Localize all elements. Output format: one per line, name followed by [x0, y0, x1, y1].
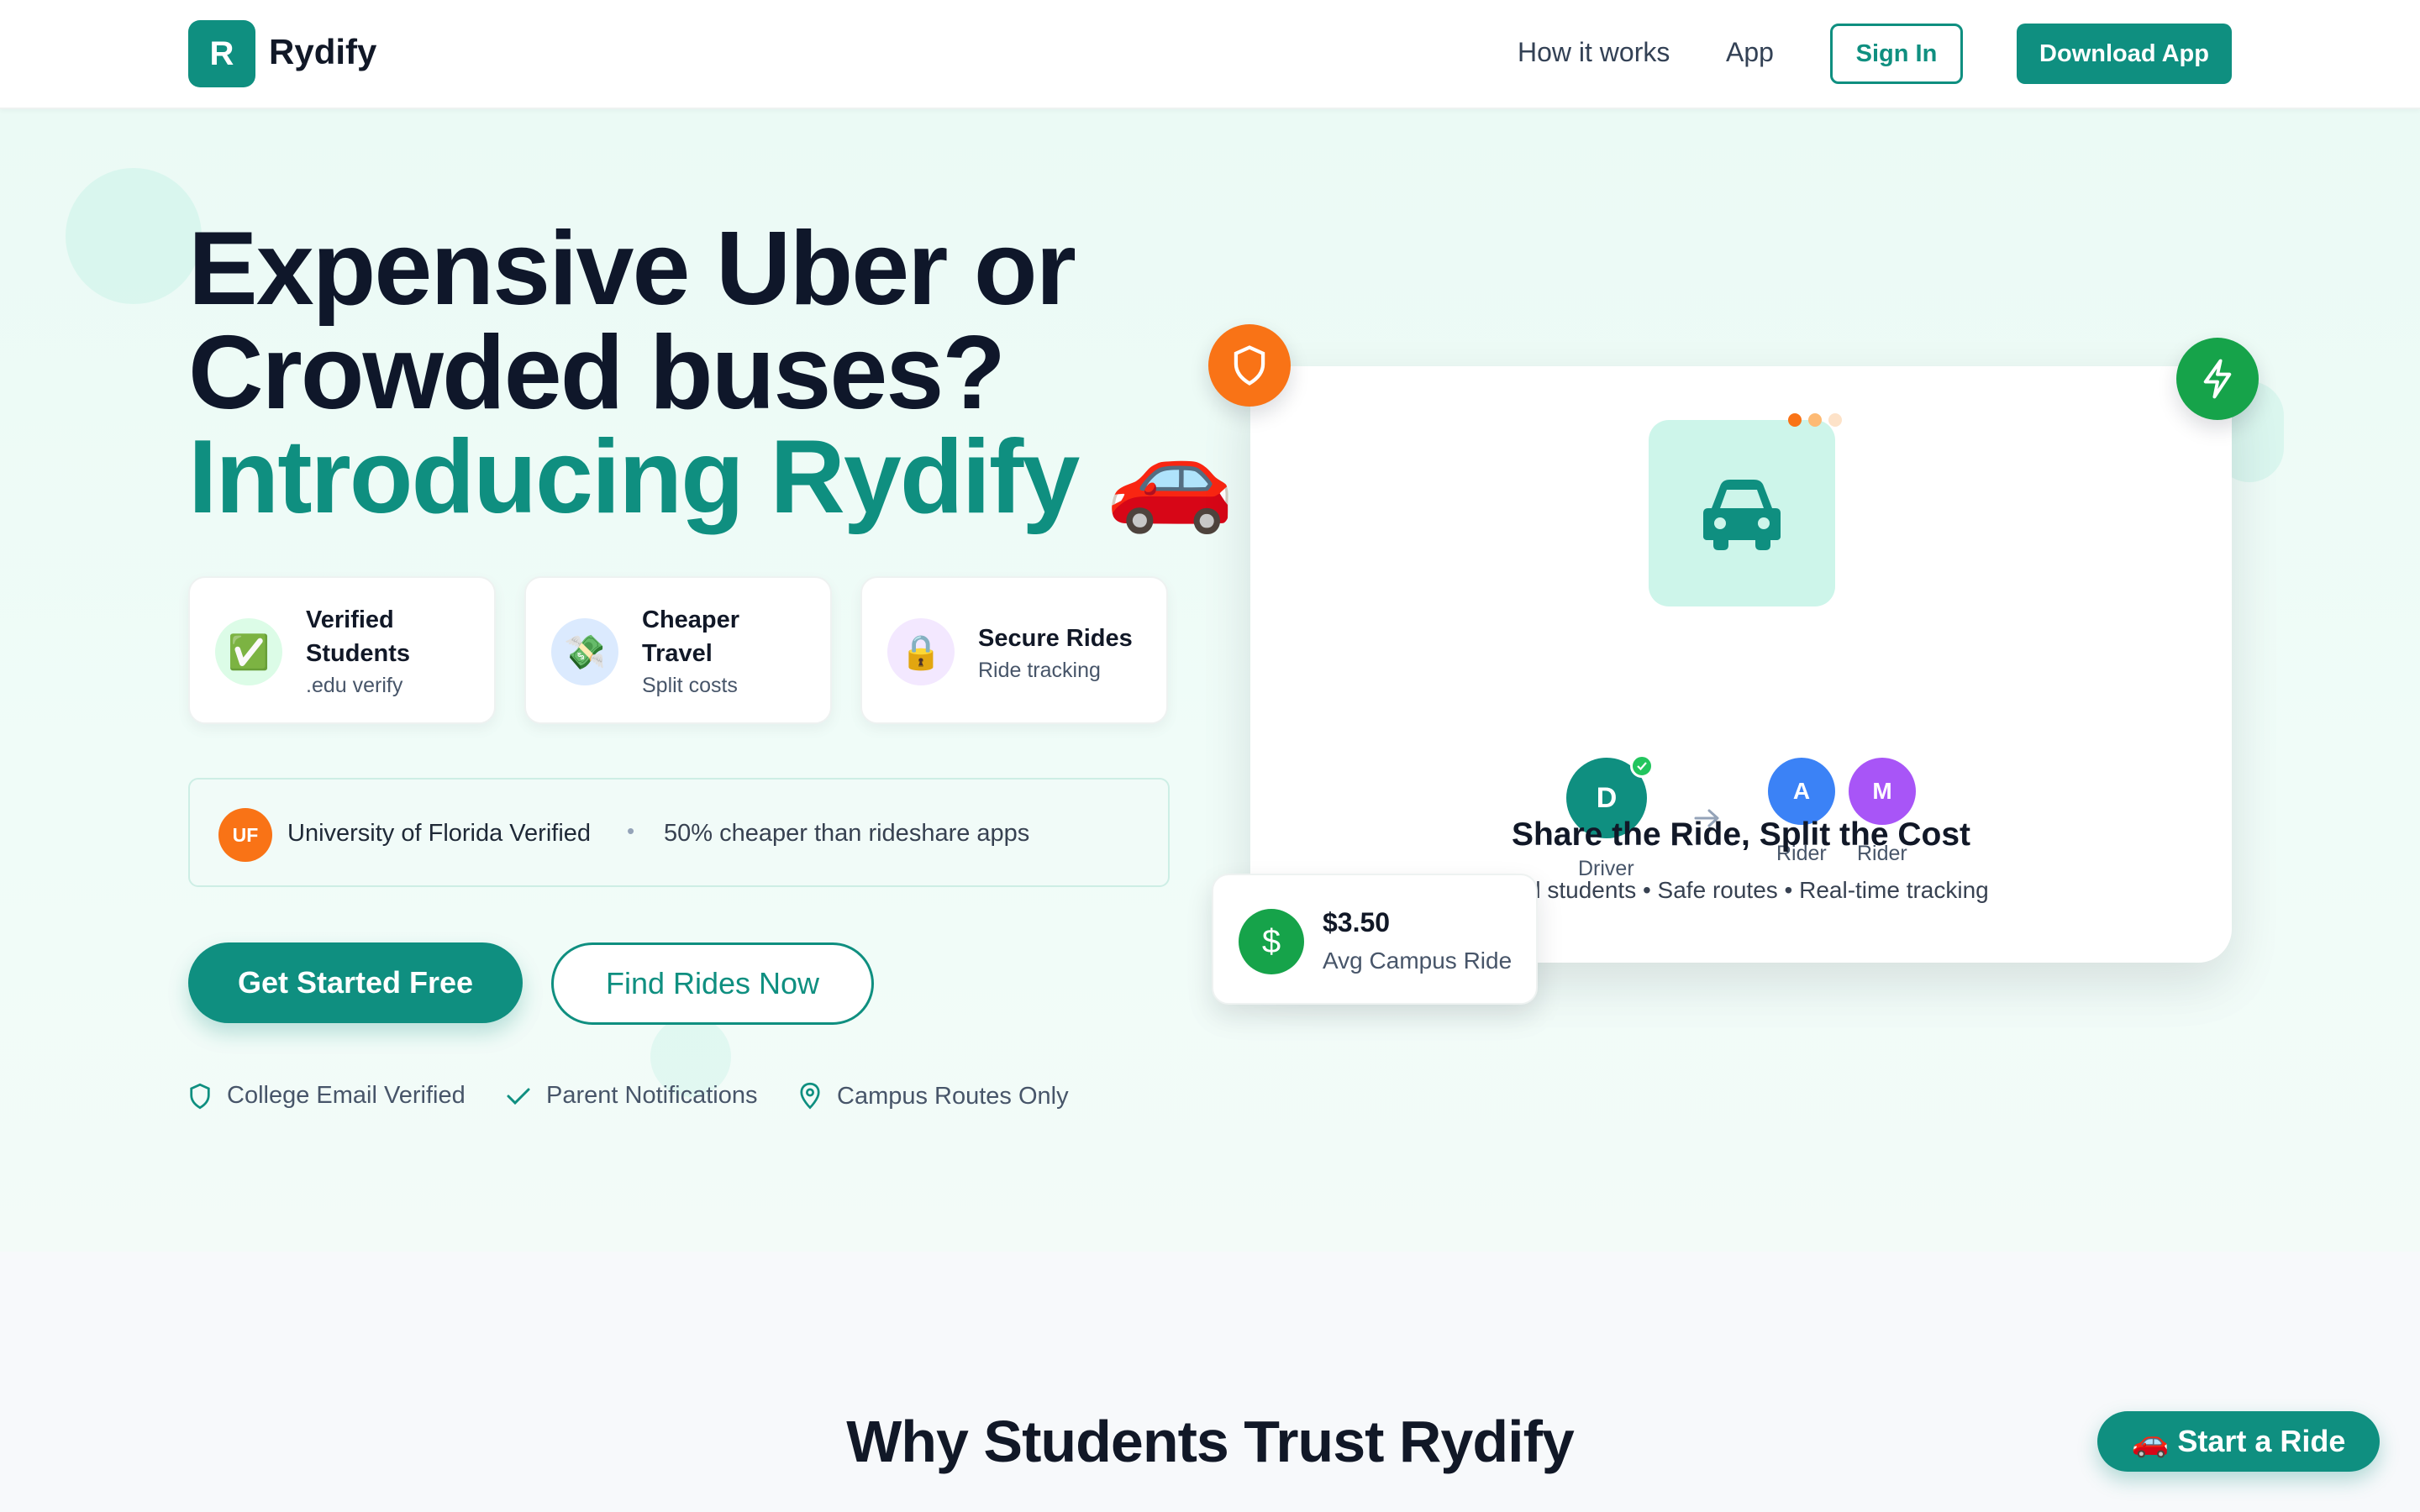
lock-icon: 🔒 [887, 618, 955, 685]
feature-subtitle: Split costs [642, 674, 738, 697]
hero-headline: Expensive Uber or Crowded buses? Introdu… [188, 211, 1235, 535]
lightning-badge [2176, 338, 2259, 420]
status-dot [1828, 413, 1842, 427]
checkmark-icon [507, 1088, 530, 1105]
headline-line-3: Introducing Rydify 🚗 [188, 419, 1235, 535]
trust-label: Campus Routes Only [837, 1082, 1069, 1110]
top-navbar: R Rydify How it works App Sign In Downlo… [0, 0, 2420, 109]
feature-subtitle: .edu verify [306, 674, 403, 697]
rider-avatar-m: M [1849, 758, 1916, 825]
sign-in-button[interactable]: Sign In [1830, 24, 1963, 84]
feature-card-cheaper: 💸 Cheaper Travel Split costs [524, 576, 832, 724]
trust-item-routes: Campus Routes Only [798, 1082, 1069, 1110]
download-app-button[interactable]: Download App [2017, 24, 2232, 84]
shield-badge [1208, 324, 1291, 407]
verified-check-icon [1630, 754, 1654, 778]
status-dots [1788, 413, 1842, 427]
price-card: $ $3.50 Avg Campus Ride [1212, 874, 1538, 1005]
find-rides-button[interactable]: Find Rides Now [551, 942, 874, 1025]
car-icon [1703, 480, 1781, 550]
hero-section: Expensive Uber or Crowded buses? Introdu… [0, 109, 2420, 1252]
lightning-icon [2203, 359, 2232, 399]
card-title: Share the Ride, Split the Cost [1511, 816, 1971, 853]
start-ride-button[interactable]: 🚗 Start a Ride [2097, 1411, 2380, 1472]
feature-title: Students [306, 640, 411, 667]
decorative-blob [66, 168, 202, 304]
shield-icon [190, 1083, 210, 1109]
feature-subtitle: Ride tracking [978, 659, 1101, 682]
nav-link-app[interactable]: App [1726, 37, 1774, 68]
separator-dot: • [627, 818, 635, 843]
money-icon: 💸 [551, 618, 618, 685]
university-verified-bar: UF University of Florida Verified • 50% … [188, 778, 1170, 887]
car-tile [1649, 420, 1835, 606]
feature-title: Verified [306, 606, 394, 633]
headline-line-2: Crowded buses? [188, 315, 1006, 431]
trust-item-email: College Email Verified [188, 1082, 466, 1110]
shield-icon [1234, 345, 1265, 386]
logo-icon[interactable]: R [188, 20, 255, 87]
feature-card-secure: 🔒 Secure Rides Ride tracking [860, 576, 1168, 724]
trust-label: Parent Notifications [546, 1082, 758, 1109]
savings-text: 50% cheaper than rideshare apps [664, 820, 1030, 847]
feature-title: Travel [642, 640, 713, 667]
headline-line-1: Expensive Uber or [188, 211, 1076, 327]
trust-item-parents: Parent Notifications [506, 1082, 757, 1110]
section-title: Why Students Trust Rydify [846, 1409, 1575, 1474]
university-badge: UF [218, 808, 272, 862]
rider-avatar-a: A [1768, 758, 1835, 825]
feature-card-verified: ✅ Verified Students .edu verify [188, 576, 496, 724]
map-pin-icon [800, 1082, 820, 1110]
nav-link-how-it-works[interactable]: How it works [1518, 37, 1670, 68]
feature-title: Cheaper [642, 606, 740, 633]
feature-title: Secure Rides [978, 625, 1133, 652]
get-started-button[interactable]: Get Started Free [188, 942, 523, 1023]
status-dot [1788, 413, 1802, 427]
check-icon: ✅ [215, 618, 282, 685]
brand-name[interactable]: Rydify [269, 32, 376, 72]
status-dot [1808, 413, 1822, 427]
price-value: $3.50 [1323, 907, 1391, 937]
university-verified-text: University of Florida Verified [287, 820, 592, 847]
dollar-icon: $ [1239, 909, 1304, 974]
card-subtitle: d students • Safe routes • Real-time tra… [1528, 877, 1989, 903]
price-label: Avg Campus Ride [1323, 948, 1512, 974]
trust-label: College Email Verified [227, 1082, 466, 1109]
